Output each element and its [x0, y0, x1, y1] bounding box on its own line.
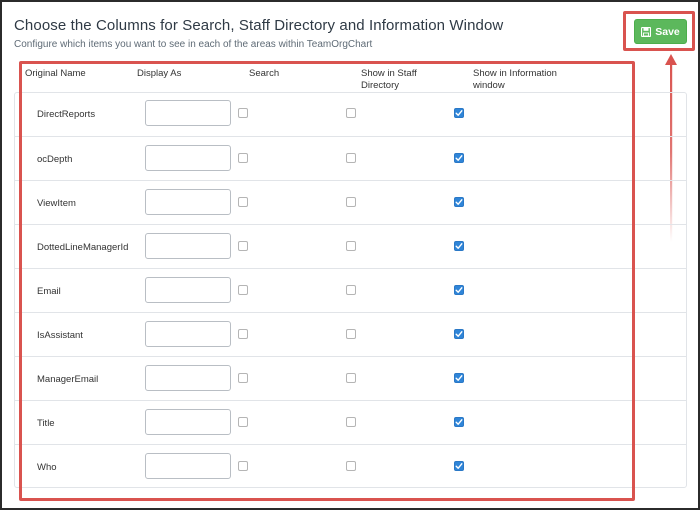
page-subtitle: Configure which items you want to see in…	[14, 39, 373, 50]
table-highlight-annotation	[19, 61, 635, 501]
window-frame: Choose the Columns for Search, Staff Dir…	[0, 0, 700, 510]
page-title: Choose the Columns for Search, Staff Dir…	[14, 17, 504, 34]
save-button[interactable]: Save	[634, 19, 687, 44]
floppy-disk-icon	[641, 26, 652, 37]
save-button-label: Save	[655, 25, 680, 38]
